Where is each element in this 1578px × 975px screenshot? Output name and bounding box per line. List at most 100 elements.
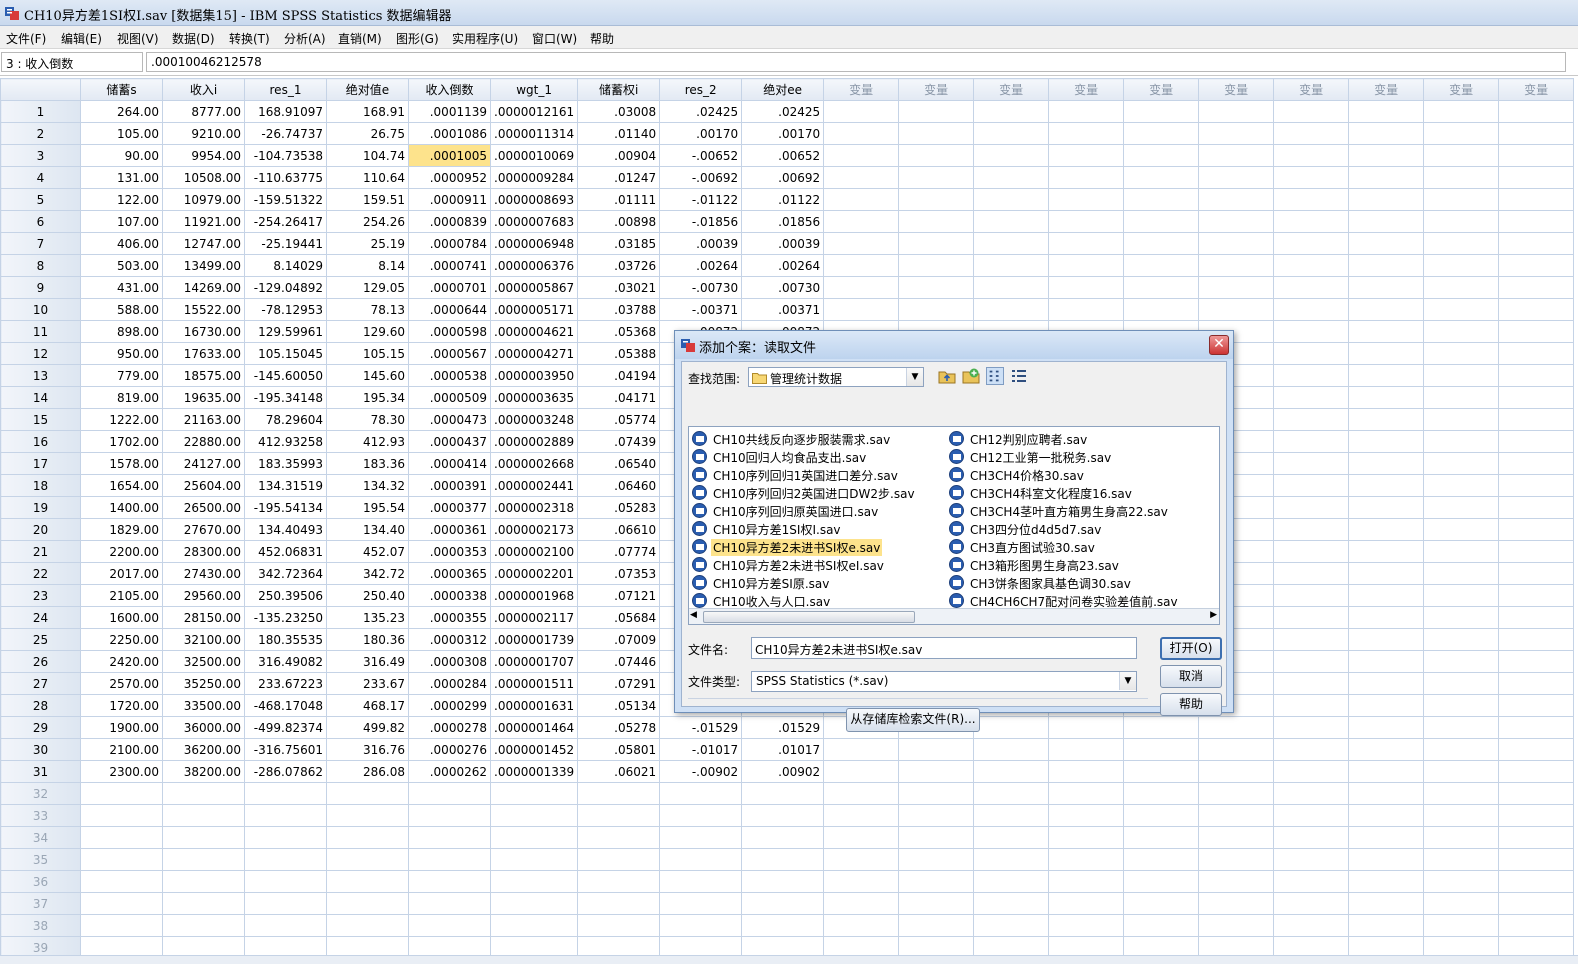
data-cell[interactable]: 26.75	[326, 122, 409, 145]
empty-cell[interactable]	[1348, 628, 1425, 651]
empty-cell[interactable]	[659, 826, 743, 849]
row-header[interactable]: 15	[0, 408, 81, 431]
empty-cell[interactable]	[1348, 892, 1425, 915]
data-cell[interactable]: .0000002117	[489, 606, 579, 629]
empty-cell[interactable]	[1498, 848, 1575, 871]
data-cell[interactable]: 8.14	[326, 254, 409, 277]
empty-cell[interactable]	[659, 782, 743, 805]
data-cell[interactable]: 8777.00	[162, 100, 245, 123]
data-cell[interactable]: .00264	[659, 254, 743, 277]
data-cell[interactable]: .0000009284	[489, 166, 579, 189]
data-cell[interactable]: 2250.00	[80, 628, 163, 651]
scroll-left-icon[interactable]: ◀	[690, 610, 697, 620]
empty-cell[interactable]	[577, 848, 661, 871]
data-cell[interactable]: .0000391	[408, 474, 491, 497]
empty-cell[interactable]	[1048, 232, 1125, 255]
empty-cell[interactable]	[1123, 166, 1200, 189]
data-cell[interactable]: 78.13	[326, 298, 409, 321]
empty-cell[interactable]	[973, 826, 1050, 849]
empty-cell[interactable]	[1423, 474, 1500, 497]
data-cell[interactable]: 468.17	[326, 694, 409, 717]
row-header[interactable]: 32	[0, 782, 81, 805]
row-header[interactable]: 25	[0, 628, 81, 651]
empty-cell[interactable]	[408, 870, 491, 893]
empty-cell[interactable]	[898, 100, 975, 123]
row-header[interactable]: 34	[0, 826, 81, 849]
data-cell[interactable]: 316.49082	[244, 650, 327, 673]
empty-cell[interactable]	[1498, 188, 1575, 211]
column-header[interactable]: 收入i	[162, 78, 245, 101]
data-cell[interactable]: 406.00	[80, 232, 163, 255]
empty-cell[interactable]	[1123, 276, 1200, 299]
empty-cell[interactable]	[326, 804, 409, 827]
empty-cell[interactable]	[1198, 122, 1275, 145]
empty-cell[interactable]	[1423, 760, 1500, 783]
empty-cell[interactable]	[823, 100, 900, 123]
empty-cell[interactable]	[1423, 848, 1500, 871]
data-cell[interactable]: .04171	[577, 386, 661, 409]
empty-cell[interactable]	[898, 892, 975, 915]
empty-cell[interactable]	[1348, 540, 1425, 563]
empty-column-header[interactable]: 变量	[1273, 78, 1350, 101]
data-cell[interactable]: -254.26417	[244, 210, 327, 233]
data-cell[interactable]: .0000538	[408, 364, 491, 387]
column-header[interactable]: 储蓄s	[80, 78, 163, 101]
empty-cell[interactable]	[1498, 474, 1575, 497]
data-cell[interactable]: .04194	[577, 364, 661, 387]
empty-cell[interactable]	[898, 914, 975, 937]
up-folder-icon[interactable]	[938, 367, 956, 385]
data-cell[interactable]: .0000278	[408, 716, 491, 739]
empty-cell[interactable]	[1273, 210, 1350, 233]
empty-cell[interactable]	[1123, 826, 1200, 849]
row-header[interactable]: 29	[0, 716, 81, 739]
empty-cell[interactable]	[1198, 826, 1275, 849]
data-cell[interactable]: 2300.00	[80, 760, 163, 783]
empty-cell[interactable]	[898, 782, 975, 805]
data-cell[interactable]: 250.39506	[244, 584, 327, 607]
empty-cell[interactable]	[1423, 342, 1500, 365]
data-cell[interactable]: .01856	[741, 210, 825, 233]
empty-cell[interactable]	[1048, 210, 1125, 233]
empty-cell[interactable]	[741, 870, 825, 893]
empty-cell[interactable]	[1198, 870, 1275, 893]
empty-cell[interactable]	[898, 870, 975, 893]
data-cell[interactable]: .00904	[577, 144, 661, 167]
row-header[interactable]: 19	[0, 496, 81, 519]
column-header[interactable]: res_2	[659, 78, 743, 101]
data-cell[interactable]: 17633.00	[162, 342, 245, 365]
empty-cell[interactable]	[1423, 232, 1500, 255]
empty-cell[interactable]	[973, 298, 1050, 321]
data-cell[interactable]: 78.30	[326, 408, 409, 431]
data-cell[interactable]: .0000003950	[489, 364, 579, 387]
row-header[interactable]: 22	[0, 562, 81, 585]
data-cell[interactable]: .02425	[741, 100, 825, 123]
data-cell[interactable]: .01529	[741, 716, 825, 739]
data-cell[interactable]: .01140	[577, 122, 661, 145]
data-cell[interactable]: .03726	[577, 254, 661, 277]
data-cell[interactable]: .02425	[659, 100, 743, 123]
empty-cell[interactable]	[1123, 122, 1200, 145]
row-header[interactable]: 8	[0, 254, 81, 277]
data-cell[interactable]: 11921.00	[162, 210, 245, 233]
data-cell[interactable]: 254.26	[326, 210, 409, 233]
menu-file[interactable]: 文件(F)	[6, 30, 46, 47]
empty-cell[interactable]	[1198, 144, 1275, 167]
data-cell[interactable]: .0000001707	[489, 650, 579, 673]
data-cell[interactable]: -129.04892	[244, 276, 327, 299]
empty-cell[interactable]	[162, 804, 245, 827]
empty-cell[interactable]	[1273, 826, 1350, 849]
empty-cell[interactable]	[898, 298, 975, 321]
empty-cell[interactable]	[244, 782, 327, 805]
data-cell[interactable]: .05278	[577, 716, 661, 739]
empty-cell[interactable]	[659, 892, 743, 915]
empty-cell[interactable]	[1348, 430, 1425, 453]
empty-cell[interactable]	[1273, 782, 1350, 805]
empty-cell[interactable]	[823, 870, 900, 893]
data-cell[interactable]: 2570.00	[80, 672, 163, 695]
empty-cell[interactable]	[1123, 716, 1200, 739]
empty-cell[interactable]	[162, 848, 245, 871]
empty-cell[interactable]	[408, 804, 491, 827]
data-cell[interactable]: .0000002201	[489, 562, 579, 585]
empty-cell[interactable]	[1273, 716, 1350, 739]
empty-cell[interactable]	[326, 914, 409, 937]
